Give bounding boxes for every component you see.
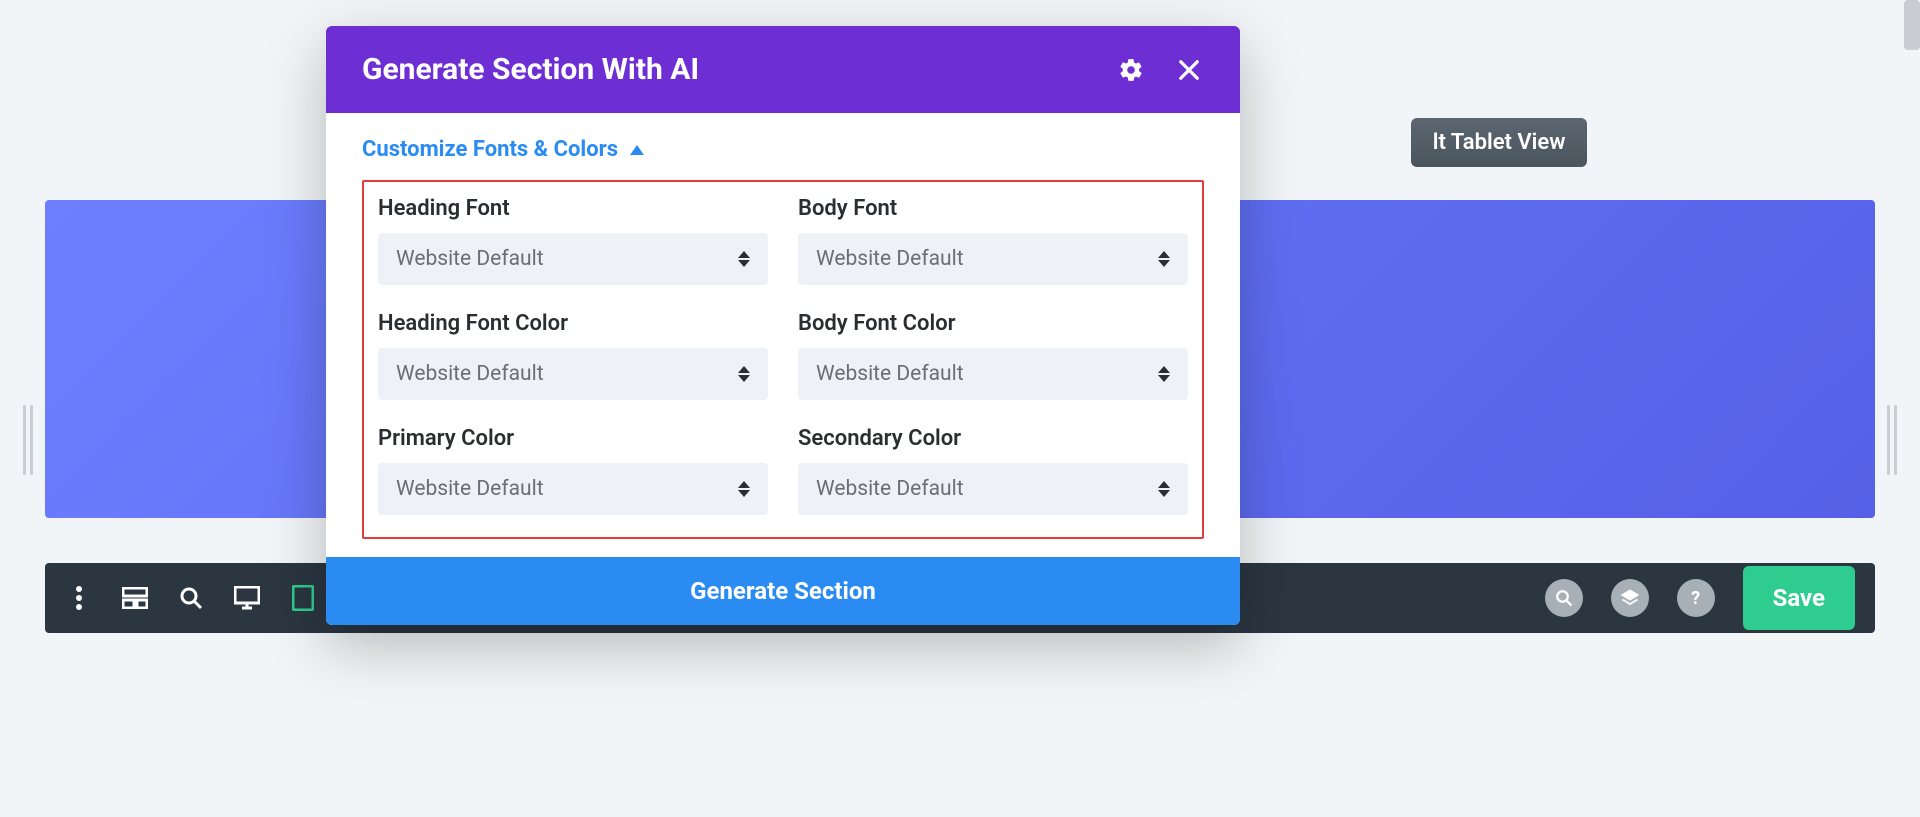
tablet-icon[interactable] (289, 584, 317, 612)
heading-font-select[interactable]: Website Default (378, 233, 768, 285)
desktop-icon[interactable] (233, 584, 261, 612)
generate-section-button[interactable]: Generate Section (326, 557, 1240, 625)
heading-font-color-value: Website Default (396, 362, 544, 386)
field-heading-font: Heading Font Website Default (378, 196, 768, 285)
modal-title: Generate Section With AI (362, 52, 1088, 87)
heading-font-label: Heading Font (378, 196, 768, 221)
sort-arrows-icon (1158, 251, 1170, 267)
body-font-value: Website Default (816, 247, 964, 271)
window-scrollbar[interactable] (1904, 0, 1920, 50)
layout-icon[interactable] (121, 584, 149, 612)
search-icon[interactable] (177, 584, 205, 612)
generate-section-label: Generate Section (690, 577, 876, 605)
tab-tablet-view[interactable]: lt Tablet View (1411, 118, 1588, 167)
customize-fonts-colors-toggle[interactable]: Customize Fonts & Colors (362, 137, 1204, 162)
fonts-colors-fieldset: Heading Font Website Default Body Font W… (362, 180, 1204, 539)
gear-icon[interactable] (1116, 55, 1146, 85)
heading-font-color-label: Heading Font Color (378, 311, 768, 336)
primary-color-value: Website Default (396, 477, 544, 501)
body-font-label: Body Font (798, 196, 1188, 221)
tab-tablet-view-label: lt Tablet View (1433, 130, 1566, 155)
body-font-color-label: Body Font Color (798, 311, 1188, 336)
primary-color-label: Primary Color (378, 426, 768, 451)
secondary-color-select[interactable]: Website Default (798, 463, 1188, 515)
help-glyph: ? (1691, 588, 1700, 609)
carousel-handle-left[interactable] (18, 400, 38, 480)
modal-header: Generate Section With AI (326, 26, 1240, 113)
heading-font-value: Website Default (396, 247, 544, 271)
modal-body: Customize Fonts & Colors Heading Font We… (326, 113, 1240, 557)
layers-icon[interactable] (1611, 579, 1649, 617)
field-primary-color: Primary Color Website Default (378, 426, 768, 515)
body-font-color-value: Website Default (816, 362, 964, 386)
heading-font-color-select[interactable]: Website Default (378, 348, 768, 400)
field-heading-font-color: Heading Font Color Website Default (378, 311, 768, 400)
customize-fonts-colors-label: Customize Fonts & Colors (362, 137, 618, 162)
zoom-icon[interactable] (1545, 579, 1583, 617)
help-icon[interactable]: ? (1677, 579, 1715, 617)
field-body-font-color: Body Font Color Website Default (798, 311, 1188, 400)
secondary-color-label: Secondary Color (798, 426, 1188, 451)
save-button[interactable]: Save (1743, 566, 1855, 630)
secondary-color-value: Website Default (816, 477, 964, 501)
sort-arrows-icon (1158, 481, 1170, 497)
body-font-select[interactable]: Website Default (798, 233, 1188, 285)
carousel-handle-right[interactable] (1882, 400, 1902, 480)
ai-generate-modal: Generate Section With AI Customize Fonts… (326, 26, 1240, 625)
primary-color-select[interactable]: Website Default (378, 463, 768, 515)
sort-arrows-icon (738, 251, 750, 267)
field-body-font: Body Font Website Default (798, 196, 1188, 285)
sort-arrows-icon (738, 481, 750, 497)
kebab-icon[interactable] (65, 584, 93, 612)
field-secondary-color: Secondary Color Website Default (798, 426, 1188, 515)
sort-arrows-icon (738, 366, 750, 382)
sort-arrows-icon (1158, 366, 1170, 382)
chevron-up-icon (630, 145, 644, 155)
body-font-color-select[interactable]: Website Default (798, 348, 1188, 400)
save-button-label: Save (1773, 584, 1825, 612)
close-icon[interactable] (1174, 55, 1204, 85)
